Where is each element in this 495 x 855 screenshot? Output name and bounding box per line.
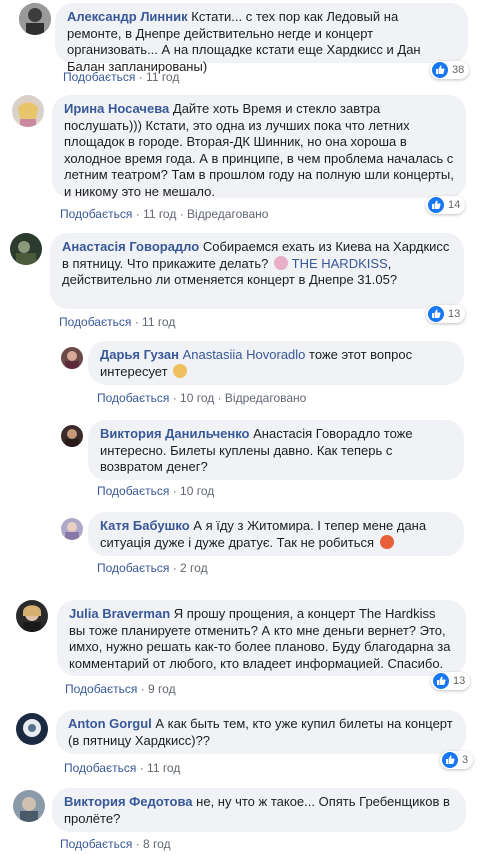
like-link[interactable]: Подобається xyxy=(59,315,131,329)
comment-actions: Подобається · 10 год · Відредаговано xyxy=(97,391,307,405)
avatar[interactable] xyxy=(13,790,45,822)
comment-author[interactable]: Ирина Носачева xyxy=(64,101,169,116)
comment-author[interactable]: Julia Braverman xyxy=(69,606,170,621)
comment-time[interactable]: 9 год xyxy=(148,682,176,696)
like-icon xyxy=(433,673,449,689)
comment-bubble: Анастасія Говорадло Собираемся ехать из … xyxy=(50,233,464,309)
reaction-count[interactable]: 13 xyxy=(426,305,466,323)
avatar[interactable] xyxy=(10,233,42,265)
reaction-count[interactable]: 3 xyxy=(440,751,474,769)
woman-shrugging-icon xyxy=(274,255,289,270)
comment-time[interactable]: 2 год xyxy=(180,561,208,575)
avatar[interactable] xyxy=(12,95,44,127)
like-link[interactable]: Подобається xyxy=(63,70,135,84)
avatar[interactable] xyxy=(61,425,83,447)
comment-time[interactable]: 11 год xyxy=(146,70,179,84)
comment-author[interactable]: Anton Gorgul xyxy=(68,716,152,731)
comment-author[interactable]: Катя Бабушко xyxy=(100,518,190,533)
reply-bubble: Виктория Данильченко Анастасія Говорадло… xyxy=(88,420,464,480)
comment-time[interactable]: 11 год xyxy=(143,207,176,221)
comment-author[interactable]: Дарья Гузан xyxy=(100,347,179,362)
comment-time[interactable]: 11 год xyxy=(142,315,175,329)
comment-actions: Подобається · 11 год · Відредаговано xyxy=(60,207,269,221)
comment-author[interactable]: Виктория Федотова xyxy=(64,794,193,809)
comment-bubble: Ирина Носачева Дайте хоть Время и стекло… xyxy=(52,95,466,199)
comment-bubble: Виктория Федотова не, ну что ж такое... … xyxy=(52,788,466,832)
like-link[interactable]: Подобається xyxy=(64,761,136,775)
mention-link[interactable]: THE HARDKISS xyxy=(292,256,388,271)
like-link[interactable]: Подобається xyxy=(60,207,132,221)
avatar[interactable] xyxy=(61,347,83,369)
comment-actions: Подобається · 11 год xyxy=(64,761,181,775)
avatar[interactable] xyxy=(61,518,83,540)
edited-label[interactable]: Відредаговано xyxy=(187,207,268,221)
angry-face-icon xyxy=(379,534,394,549)
comment-actions: Подобається · 10 год xyxy=(97,484,215,498)
like-link[interactable]: Подобається xyxy=(97,561,169,575)
like-link[interactable]: Подобається xyxy=(97,484,169,498)
comment-bubble: Julia Braverman Я прошу прощения, а конц… xyxy=(57,600,466,676)
comment-time[interactable]: 11 год xyxy=(147,761,180,775)
comment-actions: Подобається · 11 год xyxy=(63,70,180,84)
comment-actions: Подобається · 8 год xyxy=(60,837,171,851)
reply-bubble: Дарья Гузан Anastasiia Hovoradlo тоже эт… xyxy=(88,341,464,385)
comment-author[interactable]: Александр Линник xyxy=(67,9,188,24)
reaction-count[interactable]: 38 xyxy=(430,61,470,79)
like-icon xyxy=(428,197,444,213)
comment-actions: Подобається · 11 год xyxy=(59,315,176,329)
like-link[interactable]: Подобається xyxy=(60,837,132,851)
like-icon xyxy=(432,62,448,78)
like-icon xyxy=(442,752,458,768)
reply-bubble: Катя Бабушко А я їду з Житомира. І тепер… xyxy=(88,512,464,556)
comment-author[interactable]: Анастасія Говорадло xyxy=(62,239,199,254)
reaction-count[interactable]: 13 xyxy=(431,672,471,690)
avatar[interactable] xyxy=(16,713,48,745)
edited-label[interactable]: Відредаговано xyxy=(225,391,306,405)
woman-shrugging-icon xyxy=(173,363,188,378)
avatar[interactable] xyxy=(19,3,51,35)
comment-actions: Подобається · 2 год xyxy=(97,561,208,575)
comment-bubble: Александр Линник Кстати... с тех пор как… xyxy=(55,3,468,74)
comment-time[interactable]: 8 год xyxy=(143,837,171,851)
mention-link[interactable]: Anastasiia Hovoradlo xyxy=(183,347,306,362)
avatar[interactable] xyxy=(16,600,48,632)
comment-actions: Подобається · 9 год xyxy=(65,682,176,696)
comment-time[interactable]: 10 год xyxy=(180,484,214,498)
comment-author[interactable]: Виктория Данильченко xyxy=(100,426,250,441)
comment-bubble: Anton Gorgul А как быть тем, кто уже куп… xyxy=(56,710,466,754)
like-link[interactable]: Подобається xyxy=(65,682,137,696)
like-icon xyxy=(428,306,444,322)
reaction-count[interactable]: 14 xyxy=(426,196,466,214)
like-link[interactable]: Подобається xyxy=(97,391,169,405)
comment-time[interactable]: 10 год xyxy=(180,391,214,405)
